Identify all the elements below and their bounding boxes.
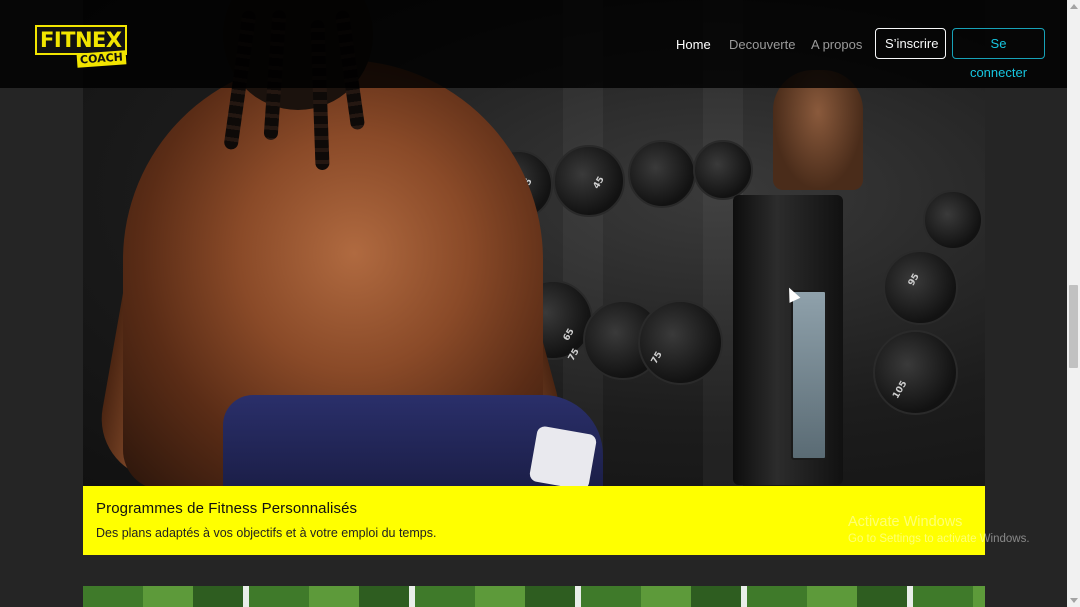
nutrition-card-image [83, 586, 985, 607]
scroll-down-arrow-icon[interactable] [1070, 598, 1078, 603]
page-scrollbar[interactable] [1067, 0, 1080, 607]
nav-link-home[interactable]: Home [676, 37, 711, 52]
activate-windows-watermark: Activate Windows Go to Settings to activ… [848, 514, 1030, 545]
watermark-title: Activate Windows [848, 514, 963, 530]
card-title: Programmes de Fitness Personnalisés [96, 500, 358, 517]
logo-subtext: COACH [76, 50, 127, 68]
mirror-reflection [773, 70, 863, 190]
nav-link-a-propos[interactable]: A propos [811, 37, 862, 52]
card-description: Des plans adaptés à vos objectifs et à v… [96, 526, 437, 540]
machine-screen [791, 290, 827, 460]
nav-link-decouverte[interactable]: Decouverte [729, 37, 795, 52]
fitnex-logo[interactable]: FITNEX COACH [35, 25, 127, 69]
watermark-subtitle: Go to Settings to activate Windows. [848, 533, 1030, 545]
login-button[interactable]: Se connecter [952, 28, 1045, 80]
scroll-thumb[interactable] [1069, 285, 1078, 368]
navbar: FITNEX COACH Home Decouverte A propos S’… [0, 0, 1067, 88]
signup-button[interactable]: S’inscrire [875, 28, 946, 59]
scroll-up-arrow-icon[interactable] [1070, 4, 1078, 9]
